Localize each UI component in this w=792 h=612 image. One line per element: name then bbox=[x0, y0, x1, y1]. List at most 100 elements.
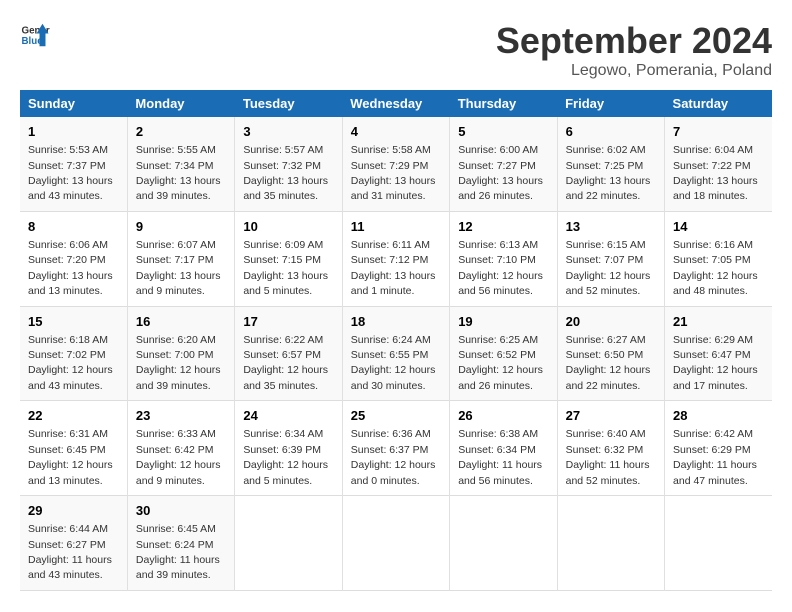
title-area: September 2024 Legowo, Pomerania, Poland bbox=[496, 20, 772, 80]
day-sunrise: Sunrise: 6:09 AM bbox=[243, 239, 323, 251]
week-row: 22Sunrise: 6:31 AMSunset: 6:45 PMDayligh… bbox=[20, 401, 772, 496]
day-sunset: Sunset: 6:47 PM bbox=[673, 349, 751, 361]
header-thursday: Thursday bbox=[450, 90, 557, 117]
day-sunset: Sunset: 6:24 PM bbox=[136, 539, 214, 551]
day-number: 28 bbox=[673, 407, 764, 425]
day-number: 23 bbox=[136, 407, 226, 425]
calendar-cell: 26Sunrise: 6:38 AMSunset: 6:34 PMDayligh… bbox=[450, 401, 557, 496]
day-number: 11 bbox=[351, 218, 441, 236]
calendar-cell: 4Sunrise: 5:58 AMSunset: 7:29 PMDaylight… bbox=[342, 117, 449, 211]
day-sunset: Sunset: 7:10 PM bbox=[458, 254, 536, 266]
day-sunset: Sunset: 6:57 PM bbox=[243, 349, 321, 361]
day-sunrise: Sunrise: 6:07 AM bbox=[136, 239, 216, 251]
day-sunset: Sunset: 7:27 PM bbox=[458, 160, 536, 172]
day-sunset: Sunset: 6:34 PM bbox=[458, 444, 536, 456]
calendar-cell: 23 Sunrise: 6:33 AM Sunset: 6:42 PM Dayligh… bbox=[127, 401, 234, 496]
calendar-cell: 29Sunrise: 6:44 AMSunset: 6:27 PMDayligh… bbox=[20, 496, 127, 591]
calendar-cell: 27Sunrise: 6:40 AMSunset: 6:32 PMDayligh… bbox=[557, 401, 664, 496]
calendar-cell bbox=[665, 496, 772, 591]
day-number: 22 bbox=[28, 407, 119, 425]
day-sunset: Sunset: 6:50 PM bbox=[566, 349, 644, 361]
calendar-cell: 25Sunrise: 6:36 AMSunset: 6:37 PMDayligh… bbox=[342, 401, 449, 496]
day-daylight: Daylight: 13 hours and 43 minutes. bbox=[28, 175, 113, 202]
day-sunset: Sunset: 7:07 PM bbox=[566, 254, 644, 266]
calendar-cell: 1Sunrise: 5:53 AMSunset: 7:37 PMDaylight… bbox=[20, 117, 127, 211]
day-sunrise: Sunrise: 6:06 AM bbox=[28, 239, 108, 251]
logo: General Blue bbox=[20, 20, 50, 50]
day-sunset: Sunset: 6:32 PM bbox=[566, 444, 644, 456]
calendar-cell: 13Sunrise: 6:15 AMSunset: 7:07 PMDayligh… bbox=[557, 211, 664, 306]
day-number: 26 bbox=[458, 407, 548, 425]
day-sunset: Sunset: 6:55 PM bbox=[351, 349, 429, 361]
day-number: 20 bbox=[566, 313, 656, 331]
day-daylight: Daylight: 12 hours and 35 minutes. bbox=[243, 364, 328, 391]
day-sunset: Sunset: 7:02 PM bbox=[28, 349, 106, 361]
day-daylight: Daylight: 12 hours and 26 minutes. bbox=[458, 364, 543, 391]
day-number: 3 bbox=[243, 123, 333, 141]
day-daylight: Daylight: 13 hours and 9 minutes. bbox=[136, 270, 221, 297]
day-daylight: Daylight: 11 hours and 47 minutes. bbox=[673, 459, 757, 486]
day-daylight: Daylight: 13 hours and 5 minutes. bbox=[243, 270, 328, 297]
day-sunset: Sunset: 7:12 PM bbox=[351, 254, 429, 266]
day-number: 16 bbox=[136, 313, 226, 331]
calendar-cell: 16 Sunrise: 6:20 AM Sunset: 7:00 PM Dayligh… bbox=[127, 306, 234, 401]
calendar-cell: 5 Sunrise: 6:00 AM Sunset: 7:27 PM Daylight… bbox=[450, 117, 557, 211]
day-number: 17 bbox=[243, 313, 333, 331]
day-number: 6 bbox=[566, 123, 656, 141]
day-number: 12 bbox=[458, 218, 548, 236]
calendar-subtitle: Legowo, Pomerania, Poland bbox=[496, 62, 772, 80]
day-sunset: Sunset: 7:00 PM bbox=[136, 349, 214, 361]
calendar-cell: 9 Sunrise: 6:07 AM Sunset: 7:17 PM Daylight… bbox=[127, 211, 234, 306]
day-daylight: Daylight: 11 hours and 52 minutes. bbox=[566, 459, 650, 486]
day-daylight: Daylight: 13 hours and 18 minutes. bbox=[673, 175, 758, 202]
day-sunrise: Sunrise: 6:18 AM bbox=[28, 334, 108, 346]
day-sunset: Sunset: 7:37 PM bbox=[28, 160, 106, 172]
day-daylight: Daylight: 12 hours and 9 minutes. bbox=[136, 459, 221, 486]
day-number: 14 bbox=[673, 218, 764, 236]
day-number: 1 bbox=[28, 123, 119, 141]
day-daylight: Daylight: 12 hours and 5 minutes. bbox=[243, 459, 328, 486]
header-friday: Friday bbox=[557, 90, 664, 117]
calendar-cell: 8Sunrise: 6:06 AMSunset: 7:20 PMDaylight… bbox=[20, 211, 127, 306]
day-sunrise: Sunrise: 6:13 AM bbox=[458, 239, 538, 251]
day-number: 9 bbox=[136, 218, 226, 236]
header-tuesday: Tuesday bbox=[235, 90, 342, 117]
day-sunset: Sunset: 6:42 PM bbox=[136, 444, 214, 456]
day-number: 13 bbox=[566, 218, 656, 236]
day-daylight: Daylight: 13 hours and 1 minute. bbox=[351, 270, 436, 297]
day-sunset: Sunset: 7:17 PM bbox=[136, 254, 214, 266]
day-sunset: Sunset: 7:29 PM bbox=[351, 160, 429, 172]
day-sunrise: Sunrise: 6:33 AM bbox=[136, 428, 216, 440]
day-number: 15 bbox=[28, 313, 119, 331]
day-sunrise: Sunrise: 6:29 AM bbox=[673, 334, 753, 346]
day-sunset: Sunset: 7:32 PM bbox=[243, 160, 321, 172]
day-daylight: Daylight: 13 hours and 39 minutes. bbox=[136, 175, 221, 202]
calendar-cell bbox=[557, 496, 664, 591]
day-daylight: Daylight: 13 hours and 13 minutes. bbox=[28, 270, 113, 297]
logo-icon: General Blue bbox=[20, 20, 50, 50]
calendar-cell: 2Sunrise: 5:55 AMSunset: 7:34 PMDaylight… bbox=[127, 117, 234, 211]
day-sunset: Sunset: 7:25 PM bbox=[566, 160, 644, 172]
day-sunrise: Sunrise: 6:20 AM bbox=[136, 334, 216, 346]
calendar-cell: 7Sunrise: 6:04 AMSunset: 7:22 PMDaylight… bbox=[665, 117, 772, 211]
day-daylight: Daylight: 13 hours and 26 minutes. bbox=[458, 175, 543, 202]
day-sunrise: Sunrise: 6:00 AM bbox=[458, 144, 538, 156]
day-sunrise: Sunrise: 6:04 AM bbox=[673, 144, 753, 156]
day-number: 24 bbox=[243, 407, 333, 425]
day-sunrise: Sunrise: 6:38 AM bbox=[458, 428, 538, 440]
day-daylight: Daylight: 12 hours and 48 minutes. bbox=[673, 270, 758, 297]
calendar-cell: 30Sunrise: 6:45 AMSunset: 6:24 PMDayligh… bbox=[127, 496, 234, 591]
day-sunrise: Sunrise: 6:02 AM bbox=[566, 144, 646, 156]
day-sunrise: Sunrise: 6:24 AM bbox=[351, 334, 431, 346]
day-number: 4 bbox=[351, 123, 441, 141]
day-sunrise: Sunrise: 6:25 AM bbox=[458, 334, 538, 346]
day-sunset: Sunset: 6:27 PM bbox=[28, 539, 106, 551]
day-sunrise: Sunrise: 6:45 AM bbox=[136, 523, 216, 535]
day-daylight: Daylight: 12 hours and 39 minutes. bbox=[136, 364, 221, 391]
day-daylight: Daylight: 13 hours and 31 minutes. bbox=[351, 175, 436, 202]
calendar-table: Sunday Monday Tuesday Wednesday Thursday… bbox=[20, 90, 772, 591]
day-number: 29 bbox=[28, 502, 119, 520]
week-row: 1Sunrise: 5:53 AMSunset: 7:37 PMDaylight… bbox=[20, 117, 772, 211]
day-number: 5 bbox=[458, 123, 548, 141]
day-number: 19 bbox=[458, 313, 548, 331]
